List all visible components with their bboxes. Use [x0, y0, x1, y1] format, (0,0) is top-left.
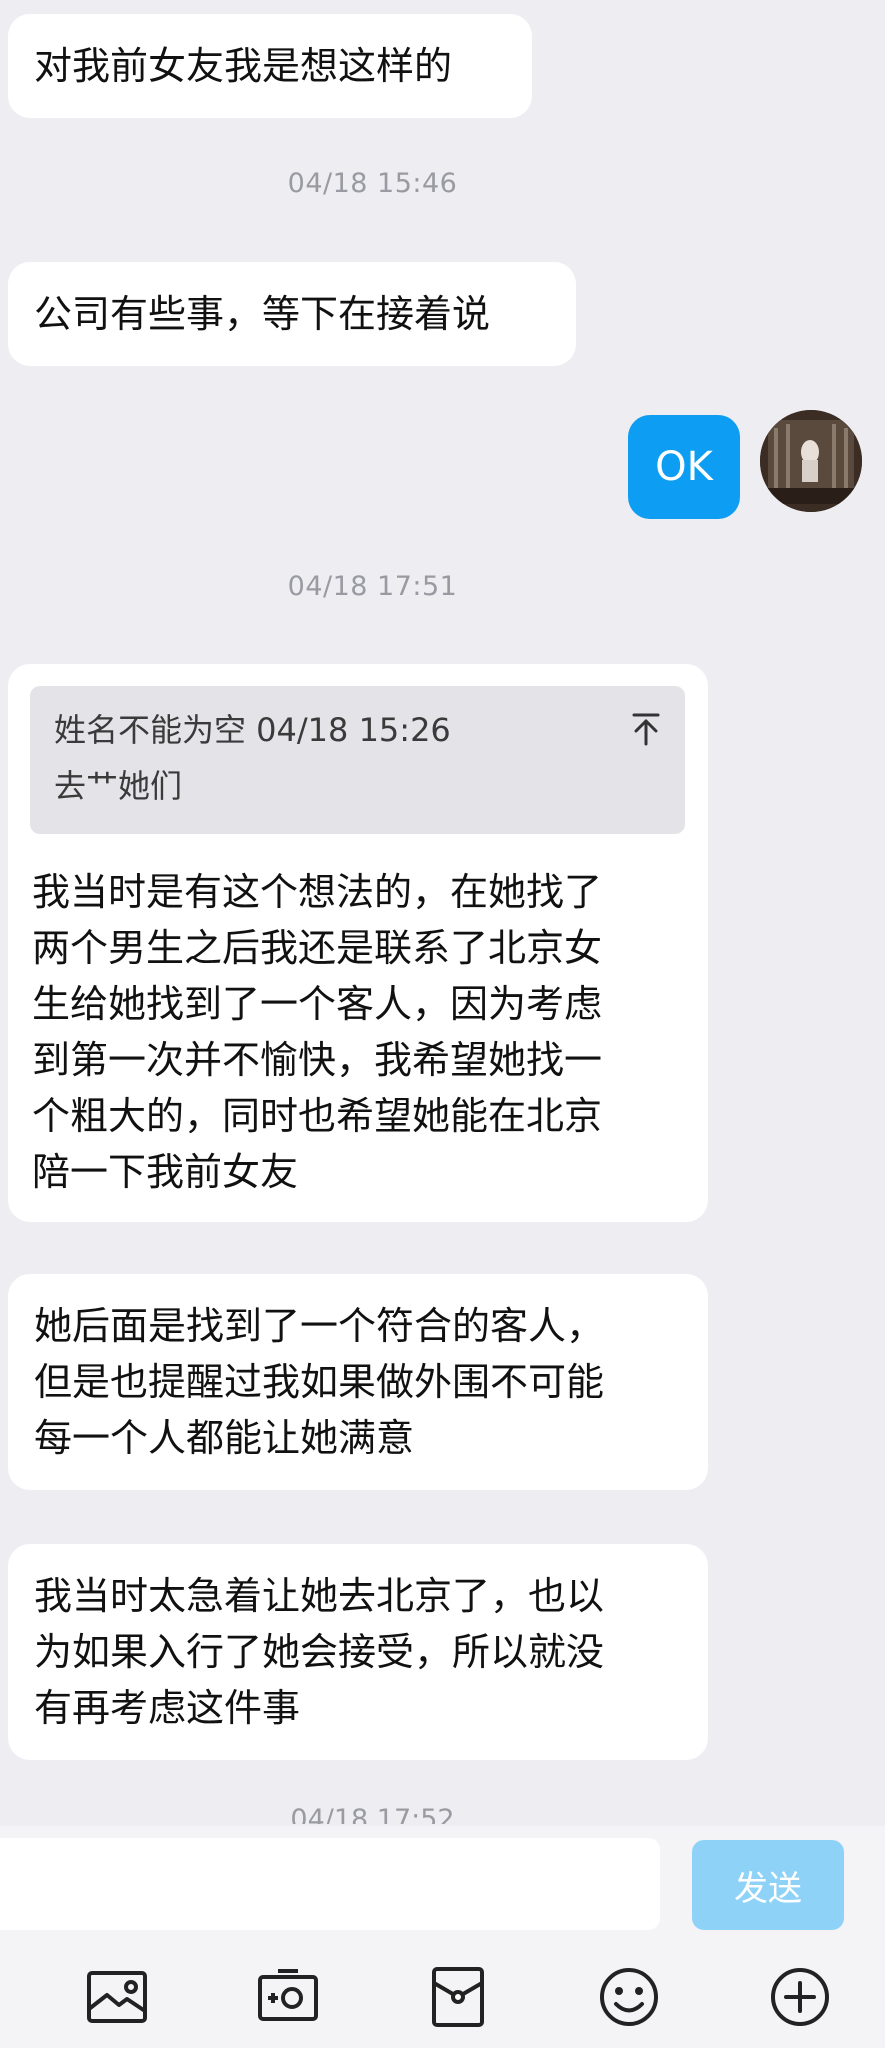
message-bubble-outgoing[interactable]: OK — [628, 415, 740, 519]
send-button[interactable]: 发送 — [692, 1840, 844, 1930]
quoted-message-header: 姓名不能为空 04/18 15:26 — [54, 711, 451, 749]
quoted-message-body: 去艹她们 — [54, 767, 183, 805]
message-bubble-incoming[interactable]: 公司有些事，等下在接着说 — [8, 262, 576, 366]
emoji-icon[interactable] — [597, 1965, 661, 2029]
avatar-image — [760, 410, 862, 512]
red-packet-icon[interactable] — [426, 1965, 490, 2029]
message-text: 对我前女友我是想这样的 — [34, 44, 453, 88]
message-bubble-incoming[interactable]: 对我前女友我是想这样的 — [8, 14, 532, 118]
timestamp: 04/18 17:52 — [290, 1808, 455, 1824]
message-text: 她后面是找到了一个符合的客人， 但是也提醒过我如果做外围不可能 每一个人都能让她… — [34, 1304, 605, 1460]
image-icon[interactable] — [85, 1965, 149, 2029]
plus-icon[interactable] — [768, 1965, 832, 2029]
timestamp: 04/18 17:51 — [287, 571, 458, 602]
avatar[interactable] — [760, 410, 862, 512]
message-text: 我当时是有这个想法的，在她找了 两个男生之后我还是联系了北京女 生给她找到了一个… — [32, 870, 603, 1194]
message-bubble-incoming[interactable]: 她后面是找到了一个符合的客人， 但是也提醒过我如果做外围不可能 每一个人都能让她… — [8, 1274, 708, 1490]
message-input[interactable] — [0, 1838, 660, 1930]
timestamp: 04/18 15:46 — [287, 168, 458, 199]
message-text: 我当时太急着让她去北京了，也以 为如果入行了她会接受，所以就没 有再考虑这件事 — [34, 1574, 605, 1730]
message-bubble-incoming[interactable]: 我当时太急着让她去北京了，也以 为如果入行了她会接受，所以就没 有再考虑这件事 — [8, 1544, 708, 1760]
message-text: OK — [655, 444, 713, 490]
message-text: 公司有些事，等下在接着说 — [34, 292, 491, 336]
camera-icon[interactable] — [256, 1965, 320, 2029]
jump-to-top-icon[interactable] — [631, 712, 661, 746]
quoted-message[interactable]: 姓名不能为空 04/18 15:26 去艹她们 — [30, 686, 685, 834]
